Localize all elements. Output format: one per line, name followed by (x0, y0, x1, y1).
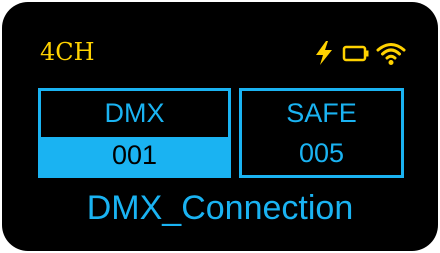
wifi-icon (376, 43, 406, 65)
lightning-bolt-icon (316, 41, 332, 65)
dmx-address-value[interactable]: 001 (41, 137, 228, 175)
dmx-address-panel[interactable]: DMX 001 (38, 88, 231, 178)
safe-panel-title: SAFE (286, 98, 357, 128)
connection-status-text: DMX_Connection (86, 189, 354, 227)
dmx-panel-title: DMX (104, 98, 165, 128)
battery-icon (342, 45, 369, 62)
safe-panel[interactable]: SAFE 005 (239, 88, 404, 178)
channel-mode-label: 4CH (40, 38, 95, 66)
safe-value[interactable]: 005 (242, 135, 401, 171)
device-screen: 4CH DMX 001 SAFE 005 DMX_Connection (2, 2, 438, 251)
device-bezel: 4CH DMX 001 SAFE 005 DMX_Connection (0, 0, 440, 253)
